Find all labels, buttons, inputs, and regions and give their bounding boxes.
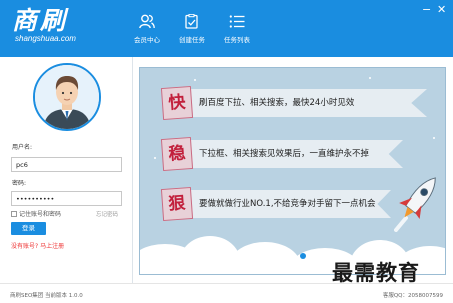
task-list-icon (229, 15, 245, 28)
nav-label: 会员中心 (134, 36, 160, 44)
banner-item-fast: 快 刷百度下拉、相关搜索，最快24小时见效 (160, 85, 427, 121)
user-avatar-icon (35, 65, 99, 129)
nav-member-center[interactable]: 会员中心 (122, 14, 172, 44)
banner-text: 刷百度下拉、相关搜索，最快24小时见效 (199, 98, 355, 108)
rocket-icon (394, 177, 436, 232)
banner-item-stable: 稳 下拉框、相关搜索见效果后，一直维护永不掉 (160, 136, 403, 172)
banner-item-aggressive: 狠 要做就做行业NO.1,不给竞争对手留下一点机会 (160, 186, 391, 222)
remember-label: 记住账号和密码 (19, 211, 62, 218)
app-logo: 商刷 shangshuaa.com (12, 6, 76, 44)
nav-label: 任务列表 (224, 36, 250, 44)
password-input[interactable] (11, 191, 122, 206)
banner-text: 要做就做行业NO.1,不给竞争对手留下一点机会 (199, 199, 376, 209)
title-bar: 商刷 shangshuaa.com 会员中心 创建任务 任务列表 − ✕ (0, 0, 453, 57)
remember-option[interactable]: 记住账号和密码 (11, 209, 61, 218)
avatar (33, 63, 101, 131)
logo-text: 商刷 (12, 6, 69, 35)
create-task-icon (185, 14, 198, 29)
nav-create-task[interactable]: 创建任务 (167, 14, 217, 44)
forgot-password-link[interactable]: 忘记密码 (96, 210, 118, 218)
nav-task-list[interactable]: 任务列表 (212, 14, 262, 44)
password-label: 密码: (12, 180, 27, 187)
username-input[interactable] (11, 157, 122, 172)
support-qq-text: 客服QQ：2058007599 (382, 293, 443, 299)
promo-banner: 快 刷百度下拉、相关搜索，最快24小时见效 稳 下拉框、相关搜索见效果后，一直维… (139, 67, 446, 275)
close-button[interactable]: ✕ (437, 4, 446, 15)
minimize-button[interactable]: − (422, 4, 431, 15)
version-text: 商刷SEO集团 当前版本 1.0.0 (10, 293, 83, 299)
login-panel: 用户名: 密码: 记住账号和密码 忘记密码 登录 没有账号? 马上注册 (0, 57, 133, 283)
remember-checkbox[interactable] (11, 210, 17, 217)
carousel-indicator[interactable] (300, 253, 306, 259)
username-label: 用户名: (12, 144, 33, 151)
member-icon (139, 14, 155, 29)
nav-label: 创建任务 (179, 36, 205, 44)
watermark: 最需教育 (332, 260, 420, 285)
logo-subtitle: shangshuaa.com (15, 34, 76, 43)
login-button[interactable]: 登录 (11, 222, 46, 235)
banner-text: 下拉框、相关搜索见效果后，一直维护永不掉 (199, 149, 370, 159)
register-link[interactable]: 没有账号? 马上注册 (11, 241, 64, 250)
